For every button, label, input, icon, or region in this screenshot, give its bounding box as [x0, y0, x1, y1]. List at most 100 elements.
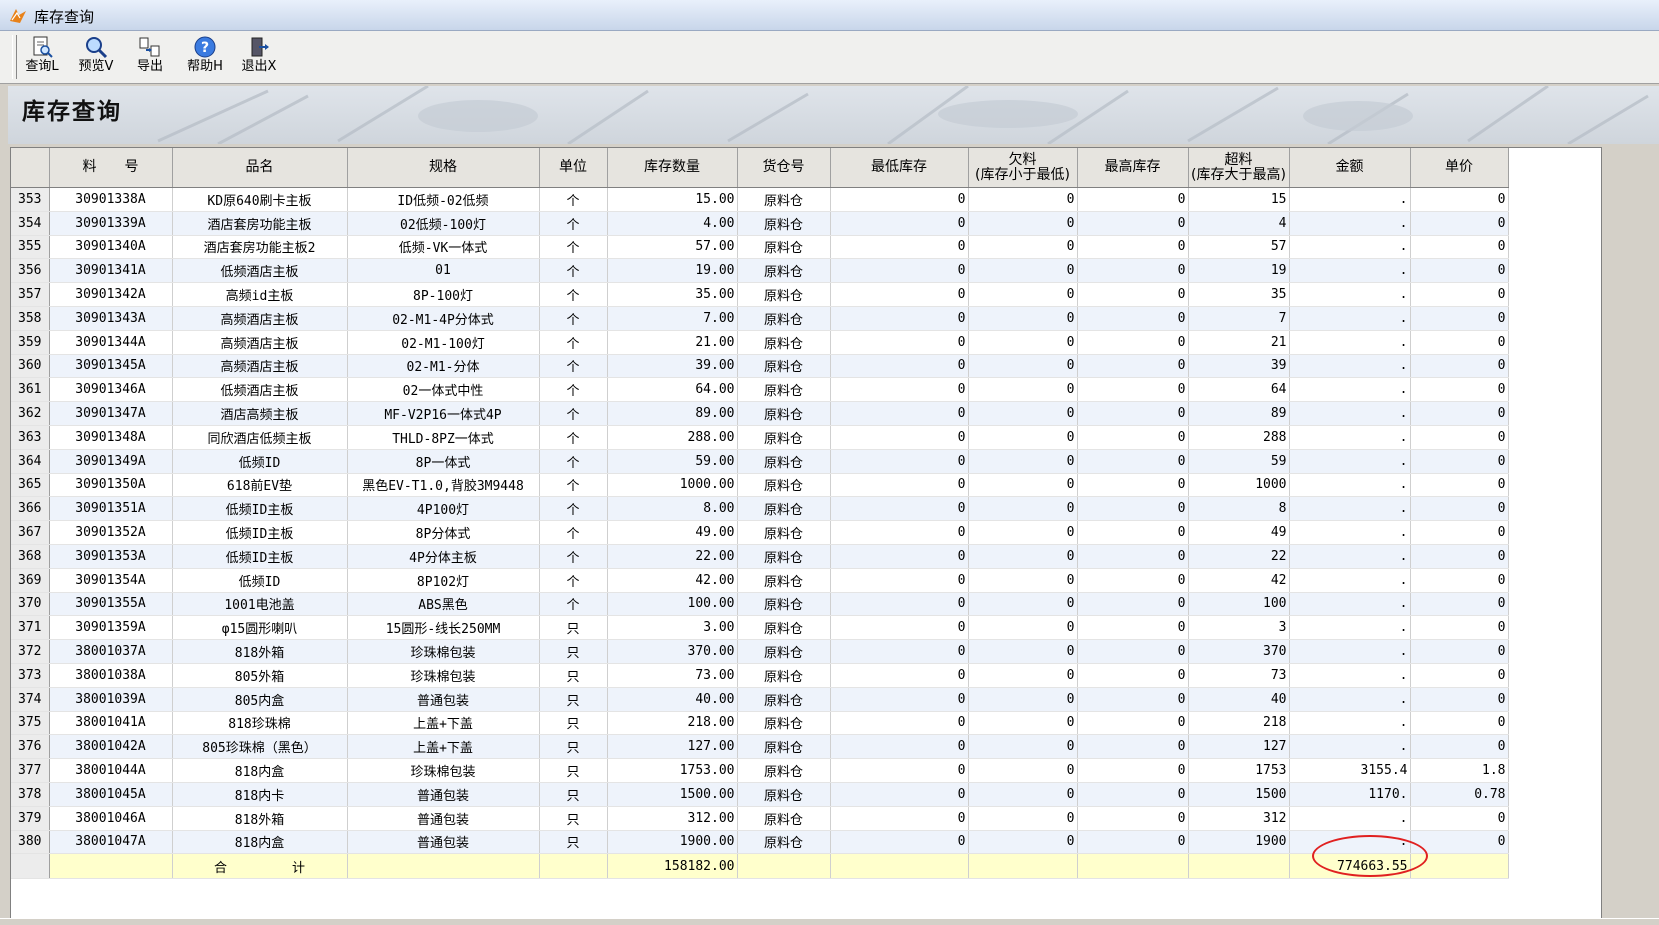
cell-product-name[interactable]: 1001电池盖 — [172, 592, 348, 617]
cell-overstock[interactable]: 312 — [1188, 806, 1290, 831]
cell-unit-price[interactable]: 0 — [1410, 639, 1509, 664]
cell-unit[interactable]: 只 — [539, 615, 608, 641]
cell-stock-qty[interactable]: 127.00 — [607, 734, 738, 760]
cell-part-number[interactable]: 30901343A — [49, 306, 173, 331]
cell-row-number[interactable]: 354 — [11, 211, 50, 236]
cell-stock-qty[interactable]: 19.00 — [607, 258, 738, 284]
cell-max-stock[interactable]: 0 — [1077, 235, 1189, 260]
cell-unit[interactable]: 个 — [539, 496, 608, 522]
cell-warehouse[interactable]: 原料仓 — [737, 568, 831, 593]
cell-product-name[interactable]: 805外箱 — [172, 663, 348, 688]
cell-unit[interactable]: 个 — [539, 520, 608, 545]
cell-max-stock[interactable]: 0 — [1077, 187, 1189, 212]
column-header-max-stock[interactable]: 最高库存 — [1077, 148, 1189, 188]
cell-product-name[interactable]: 818内盒 — [172, 758, 348, 783]
column-header-unit-price[interactable]: 单价 — [1410, 148, 1509, 188]
cell-amount[interactable]: . — [1289, 282, 1411, 307]
column-header-shortage[interactable]: 欠料 (库存小于最低) — [968, 148, 1078, 188]
cell-row-number[interactable]: 361 — [11, 377, 50, 403]
cell-stock-qty[interactable]: 370.00 — [607, 639, 738, 664]
cell-min-stock[interactable]: 0 — [830, 425, 969, 450]
cell-unit-price[interactable]: 0 — [1410, 258, 1509, 284]
cell-min-stock[interactable]: 0 — [830, 330, 969, 355]
cell-product-name[interactable]: 低频ID主板 — [172, 520, 348, 545]
cell-part-number[interactable]: 38001047A — [49, 830, 173, 855]
cell-warehouse[interactable]: 原料仓 — [737, 306, 831, 331]
cell-max-stock[interactable]: 0 — [1077, 211, 1189, 236]
cell-overstock[interactable]: 15 — [1188, 187, 1290, 212]
cell-shortage[interactable]: 0 — [968, 258, 1078, 284]
cell-part-number[interactable]: 30901346A — [49, 377, 173, 403]
cell-stock-qty[interactable]: 4.00 — [607, 211, 738, 236]
cell-shortage[interactable]: 0 — [968, 830, 1078, 855]
cell-part-number[interactable]: 38001037A — [49, 639, 173, 664]
cell-product-name[interactable]: 818珍珠棉 — [172, 711, 348, 736]
cell-shortage[interactable]: 0 — [968, 354, 1078, 379]
cell-spec[interactable]: 上盖+下盖 — [347, 711, 540, 736]
table-row[interactable]: 377 38001044A 818内盒 珍珠棉包装只 1753.00 原料仓 0 0 0 1753… — [11, 758, 1509, 783]
cell-part-number[interactable]: 38001045A — [49, 782, 173, 807]
cell-warehouse[interactable]: 原料仓 — [737, 235, 831, 260]
cell-row-number[interactable]: 374 — [11, 687, 50, 712]
cell-row-number[interactable]: 380 — [11, 830, 50, 855]
cell-row-number[interactable]: 357 — [11, 282, 50, 307]
cell-row-number[interactable]: 378 — [11, 782, 50, 807]
cell-spec[interactable]: 普通包装 — [347, 782, 540, 807]
cell-part-number[interactable]: 30901340A — [49, 235, 173, 260]
cell-amount[interactable]: . — [1289, 306, 1411, 331]
cell-shortage[interactable]: 0 — [968, 711, 1078, 736]
table-row[interactable]: 360 30901345A 高频酒店主板 02-M1-分体个 39.00 原料仓 0 0 0 39… — [11, 354, 1509, 379]
cell-spec[interactable]: THLD-8PZ一体式 — [347, 425, 540, 450]
cell-spec[interactable]: 珍珠棉包装 — [347, 639, 540, 664]
cell-unit[interactable]: 个 — [539, 306, 608, 331]
cell-shortage[interactable]: 0 — [968, 639, 1078, 664]
cell-part-number[interactable]: 30901351A — [49, 496, 173, 522]
cell-min-stock[interactable]: 0 — [830, 496, 969, 522]
column-header-product-name[interactable]: 品名 — [172, 148, 348, 188]
cell-spec[interactable]: 02低频-100灯 — [347, 211, 540, 236]
cell-row-number[interactable]: 373 — [11, 663, 50, 688]
cell-product-name[interactable]: 低频ID主板 — [172, 544, 348, 569]
cell-part-number[interactable]: 30901359A — [49, 615, 173, 641]
table-row[interactable]: 372 38001037A 818外箱 珍珠棉包装只 370.00 原料仓 0 0 0 370. 0 — [11, 639, 1509, 664]
cell-min-stock[interactable]: 0 — [830, 758, 969, 783]
cell-row-number[interactable]: 355 — [11, 235, 50, 260]
cell-stock-qty[interactable]: 22.00 — [607, 544, 738, 569]
cell-unit[interactable]: 个 — [539, 568, 608, 593]
cell-part-number[interactable]: 30901344A — [49, 330, 173, 355]
table-row[interactable]: 355 30901340A 酒店套房功能主板2 低频-VK一体式个 57.00 原料仓 0 0… — [11, 235, 1509, 260]
cell-min-stock[interactable]: 0 — [830, 568, 969, 593]
cell-unit-price[interactable]: 1.8 — [1410, 758, 1509, 783]
cell-shortage[interactable]: 0 — [968, 211, 1078, 236]
cell-warehouse[interactable]: 原料仓 — [737, 663, 831, 688]
cell-product-name[interactable]: 低频ID主板 — [172, 496, 348, 522]
cell-max-stock[interactable]: 0 — [1077, 734, 1189, 760]
cell-unit-price[interactable]: 0 — [1410, 496, 1509, 522]
cell-part-number[interactable]: 30901342A — [49, 282, 173, 307]
query-button[interactable]: 查询L — [17, 35, 67, 81]
cell-max-stock[interactable]: 0 — [1077, 496, 1189, 522]
cell-part-number[interactable]: 30901348A — [49, 425, 173, 450]
cell-unit-price[interactable]: 0 — [1410, 520, 1509, 545]
cell-part-number[interactable]: 30901341A — [49, 258, 173, 284]
cell-unit[interactable]: 只 — [539, 639, 608, 664]
cell-part-number[interactable]: 30901339A — [49, 211, 173, 236]
cell-spec[interactable]: 普通包装 — [347, 830, 540, 855]
cell-unit[interactable]: 个 — [539, 401, 608, 426]
table-row[interactable]: 380 38001047A 818内盒 普通包装只 1900.00 原料仓 0 0 0 1900.… — [11, 830, 1509, 855]
cell-spec[interactable]: 珍珠棉包装 — [347, 758, 540, 783]
column-header-stock-qty[interactable]: 库存数量 — [607, 148, 738, 188]
cell-stock-qty[interactable]: 3.00 — [607, 615, 738, 641]
cell-spec[interactable]: 02-M1-分体 — [347, 354, 540, 379]
cell-row-number[interactable]: 379 — [11, 806, 50, 831]
cell-max-stock[interactable]: 0 — [1077, 758, 1189, 783]
cell-product-name[interactable]: 818内卡 — [172, 782, 348, 807]
cell-shortage[interactable]: 0 — [968, 782, 1078, 807]
table-row[interactable]: 354 30901339A 酒店套房功能主板 02低频-100灯个 4.00 原料仓 0 0 0… — [11, 211, 1509, 236]
cell-row-number[interactable]: 371 — [11, 615, 50, 641]
cell-warehouse[interactable]: 原料仓 — [737, 258, 831, 284]
cell-unit[interactable]: 个 — [539, 211, 608, 236]
cell-shortage[interactable]: 0 — [968, 449, 1078, 474]
cell-shortage[interactable]: 0 — [968, 663, 1078, 688]
cell-amount[interactable]: . — [1289, 734, 1411, 760]
